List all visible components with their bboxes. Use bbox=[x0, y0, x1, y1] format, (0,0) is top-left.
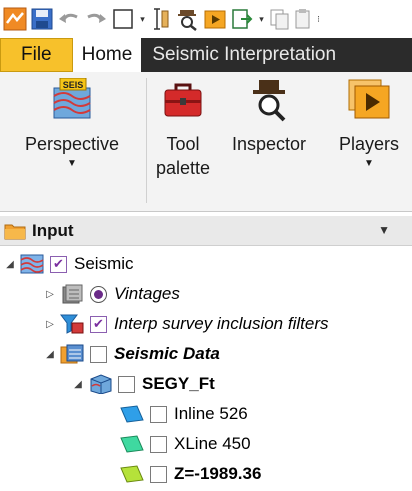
tree-label: Inline 526 bbox=[174, 404, 248, 423]
tool-label: Tool bbox=[166, 134, 200, 154]
segy-checkbox[interactable] bbox=[118, 375, 135, 393]
player-icon[interactable] bbox=[203, 7, 227, 31]
vintages-icon bbox=[60, 284, 84, 304]
tree-label: SEGY_Ft bbox=[142, 374, 215, 393]
inspector-button[interactable]: Inspector bbox=[222, 78, 316, 156]
seis-perspective-icon: SEIS bbox=[50, 77, 94, 122]
players-icon bbox=[347, 78, 391, 122]
inline-icon bbox=[120, 404, 144, 424]
tree-item-segy[interactable]: ◢ SEGY_Ft bbox=[72, 370, 215, 398]
inspector-label: Inspector bbox=[231, 134, 307, 154]
tab-home[interactable]: Home bbox=[72, 38, 142, 72]
vintages-radio[interactable] bbox=[90, 285, 107, 303]
ruler-icon[interactable] bbox=[149, 7, 173, 31]
palette-label: palette bbox=[155, 158, 211, 178]
ribbon-tab-bar: File Home Seismic Interpretation bbox=[0, 38, 412, 72]
z-slice-icon bbox=[120, 464, 144, 484]
seismic-checkbox[interactable]: ✔ bbox=[50, 255, 67, 273]
chevron-down-icon[interactable]: ▾ bbox=[257, 7, 266, 31]
seismic-data-icon bbox=[60, 344, 84, 364]
collapse-icon[interactable]: ◢ bbox=[72, 379, 84, 390]
perspective-label: Perspective bbox=[24, 134, 120, 154]
xline-checkbox[interactable] bbox=[150, 435, 167, 453]
players-label: Players bbox=[338, 134, 400, 154]
copy-icon[interactable] bbox=[268, 7, 292, 31]
expand-icon[interactable]: ▷ bbox=[44, 319, 56, 330]
z-slice-checkbox[interactable] bbox=[150, 465, 167, 483]
toolbox-icon bbox=[161, 78, 205, 122]
customize-toolbar-icon[interactable]: ⁝ bbox=[314, 7, 323, 31]
players-button[interactable]: Players ▼ bbox=[326, 78, 412, 169]
app-icon[interactable] bbox=[3, 7, 27, 31]
tree-item-seismic-data[interactable]: ◢ Seismic Data bbox=[44, 340, 220, 368]
tool-palette-button[interactable]: Tool palette bbox=[150, 78, 216, 180]
filter-icon bbox=[60, 314, 84, 334]
tab-seismic-interpretation[interactable]: Seismic Interpretation bbox=[141, 38, 347, 72]
tree-label: XLine 450 bbox=[174, 434, 251, 453]
tree-item-vintages[interactable]: ▷ Vintages bbox=[44, 280, 180, 308]
panel-title: Input bbox=[32, 220, 74, 240]
save-icon[interactable] bbox=[30, 7, 54, 31]
input-panel-header: Input ▼ bbox=[0, 216, 412, 246]
tree-label: Seismic Data bbox=[114, 344, 220, 363]
chevron-down-icon[interactable]: ▾ bbox=[138, 7, 147, 31]
collapse-icon[interactable]: ◢ bbox=[4, 259, 16, 270]
seismic-data-checkbox[interactable] bbox=[90, 345, 107, 363]
paste-icon[interactable] bbox=[295, 7, 311, 31]
ribbon-separator bbox=[146, 78, 147, 203]
collapse-icon[interactable]: ◢ bbox=[44, 349, 56, 360]
inspector-icon[interactable] bbox=[176, 7, 200, 31]
blank-page-icon[interactable] bbox=[111, 7, 135, 31]
tree-item-xline[interactable]: XLine 450 bbox=[104, 430, 251, 458]
tab-file[interactable]: File bbox=[0, 38, 73, 72]
quick-access-toolbar: ▾ ▾ ⁝ bbox=[0, 0, 412, 38]
tree-item-interp-filters[interactable]: ▷ ✔ Interp survey inclusion filters bbox=[44, 310, 328, 338]
seismic-cube-icon bbox=[88, 374, 112, 395]
tree-label: Z=-1989.36 bbox=[174, 464, 262, 483]
tree-label: Vintages bbox=[114, 284, 180, 303]
tree-item-z-slice[interactable]: Z=-1989.36 bbox=[104, 460, 261, 488]
chevron-down-icon: ▼ bbox=[67, 158, 77, 169]
seismic-folder-icon bbox=[20, 254, 44, 274]
tree-item-seismic[interactable]: ◢ ✔ Seismic bbox=[4, 250, 134, 278]
inline-checkbox[interactable] bbox=[150, 405, 167, 423]
import-icon[interactable] bbox=[230, 7, 254, 31]
redo-icon[interactable] bbox=[84, 7, 108, 31]
perspective-button[interactable]: SEIS Perspective ▼ bbox=[2, 77, 142, 169]
input-tree: ◢ ✔ Seismic ▷ Vintages ▷ ✔ Interp survey… bbox=[0, 246, 412, 491]
tree-label: Interp survey inclusion filters bbox=[114, 314, 329, 333]
ribbon-panel: SEIS Perspective ▼ Tool palette Inspecto… bbox=[0, 72, 412, 212]
xline-icon bbox=[120, 434, 144, 454]
tree-item-inline[interactable]: Inline 526 bbox=[104, 400, 248, 428]
folder-icon bbox=[4, 224, 26, 239]
inspector-icon bbox=[247, 78, 291, 122]
interp-filters-checkbox[interactable]: ✔ bbox=[90, 315, 107, 333]
expand-icon[interactable]: ▷ bbox=[44, 289, 56, 300]
chevron-down-icon: ▼ bbox=[364, 158, 374, 169]
svg-text:SEIS: SEIS bbox=[63, 80, 84, 90]
undo-icon[interactable] bbox=[57, 7, 81, 31]
panel-menu-icon[interactable]: ▼ bbox=[378, 223, 390, 237]
tree-label: Seismic bbox=[74, 254, 134, 273]
